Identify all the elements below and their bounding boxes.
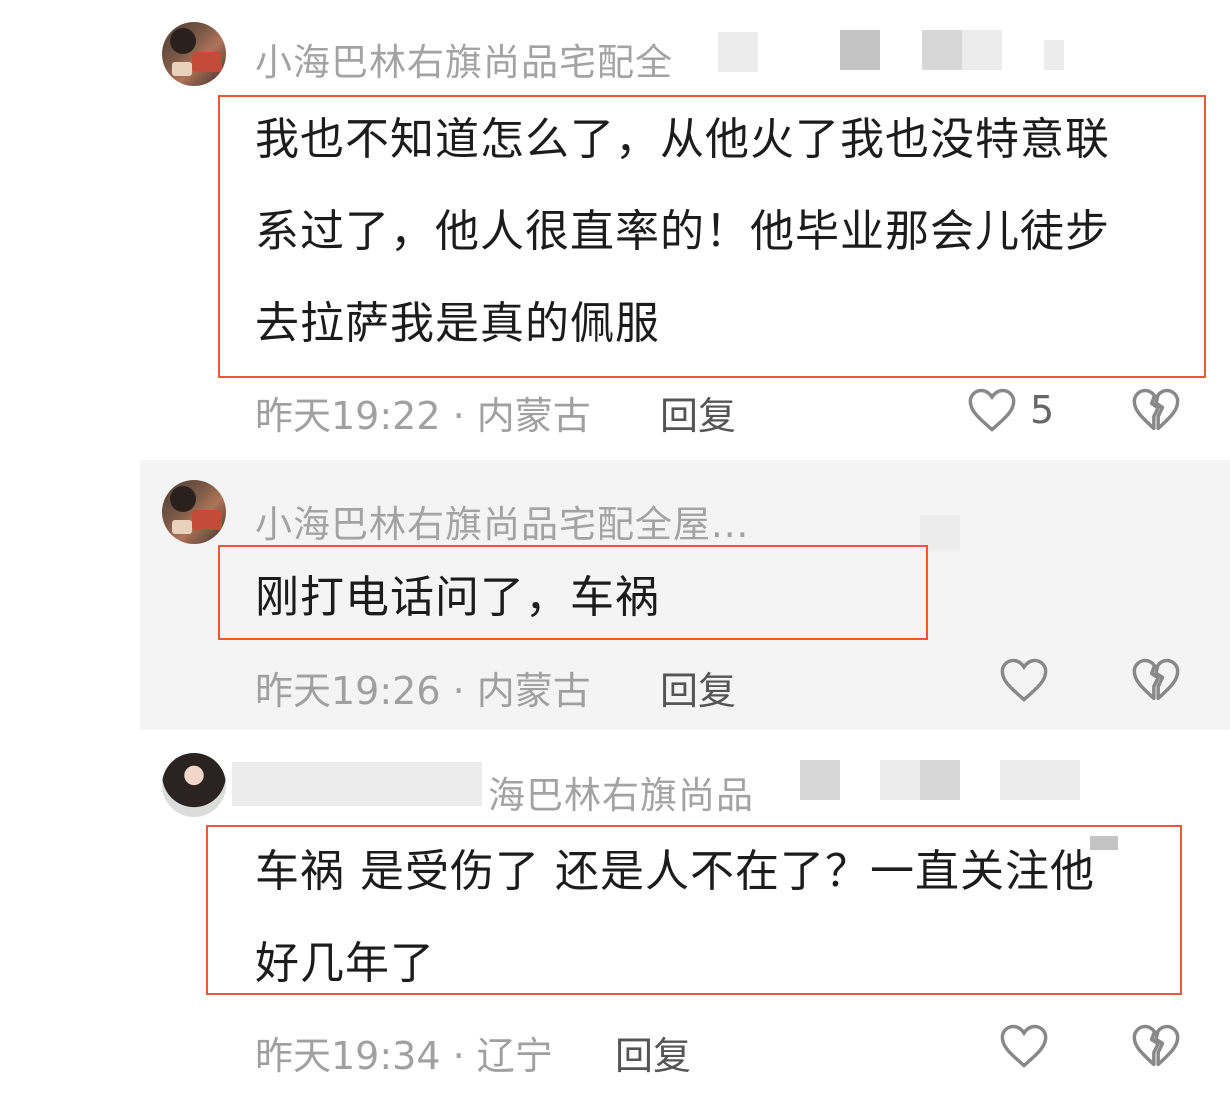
blurred-username-part bbox=[1040, 760, 1080, 800]
blurred-username-part bbox=[880, 760, 920, 800]
blurred-username-part bbox=[922, 30, 962, 70]
broken-heart-icon[interactable] bbox=[1130, 1020, 1182, 1072]
comment-meta: 昨天19:34 · 辽宁 bbox=[255, 1034, 553, 1078]
broken-heart-icon[interactable] bbox=[1130, 654, 1182, 706]
blurred-username-part bbox=[840, 30, 880, 70]
heart-outline-icon[interactable] bbox=[966, 384, 1018, 436]
comment-text-line: 系过了，他人很直率的！他毕业那会儿徒步 bbox=[255, 206, 1110, 257]
blurred-username-part bbox=[1000, 760, 1040, 800]
username[interactable]: 小海巴林右旗尚品宅配全 bbox=[255, 32, 715, 86]
avatar[interactable] bbox=[162, 480, 226, 544]
blurred-username-part bbox=[962, 30, 1002, 70]
blurred-username-part bbox=[800, 760, 840, 800]
comment-text: 刚打电话问了，车祸 bbox=[255, 552, 660, 644]
like-count: 5 bbox=[1030, 388, 1055, 432]
username[interactable]: 海巴林右旗尚品 bbox=[488, 765, 754, 819]
blurred-username-part bbox=[920, 760, 960, 800]
comment-text-line: 好几年了 bbox=[255, 938, 435, 989]
comment-text: 我也不知道怎么了，从他火了我也没特意联 系过了，他人很直率的！他毕业那会儿徒步 … bbox=[255, 94, 1110, 370]
reply-button[interactable]: 回复 bbox=[660, 385, 736, 440]
comment-text-line: 我也不知道怎么了，从他火了我也没特意联 bbox=[255, 114, 1110, 165]
reply-button[interactable]: 回复 bbox=[660, 660, 736, 715]
comment-text-line: 去拉萨我是真的佩服 bbox=[255, 298, 660, 349]
comment-meta: 昨天19:26 · 内蒙古 bbox=[255, 669, 591, 713]
comment-text: 车祸 是受伤了 还是人不在了？一直关注他 好几年了 bbox=[255, 826, 1095, 1010]
comment-text-line: 车祸 是受伤了 还是人不在了？一直关注他 bbox=[255, 846, 1095, 897]
heart-outline-icon[interactable] bbox=[998, 654, 1050, 706]
blurred-username-part bbox=[718, 32, 758, 72]
comment-item: 小海巴林右旗尚品宅配全 我也不知道怎么了，从他火了我也没特意联 系过了，他人很直… bbox=[0, 0, 1230, 460]
broken-heart-icon[interactable] bbox=[1130, 384, 1182, 436]
avatar[interactable] bbox=[162, 753, 226, 817]
username[interactable]: 小海巴林右旗尚品宅配全屋... bbox=[255, 494, 749, 548]
reply-button[interactable]: 回复 bbox=[615, 1025, 691, 1080]
comment-meta: 昨天19:22 · 内蒙古 bbox=[255, 394, 591, 438]
comment-text-line: 刚打电话问了，车祸 bbox=[255, 572, 660, 623]
blurred-username-part bbox=[1044, 40, 1064, 70]
blurred-username-part bbox=[232, 762, 482, 806]
avatar[interactable] bbox=[162, 22, 226, 86]
heart-outline-icon[interactable] bbox=[998, 1020, 1050, 1072]
